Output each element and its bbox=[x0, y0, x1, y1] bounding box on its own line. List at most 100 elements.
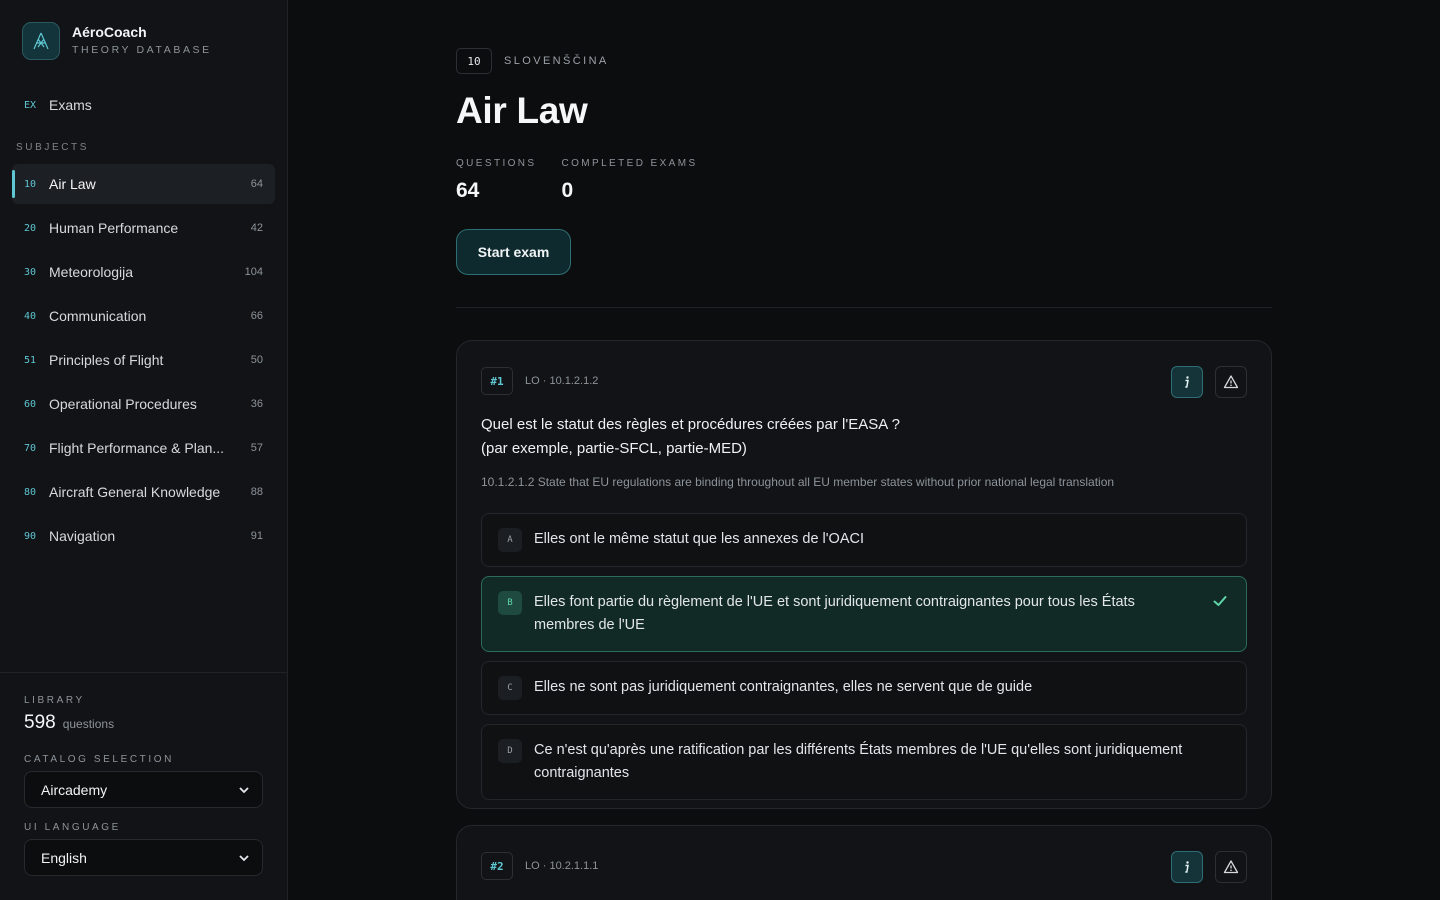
question-text-line: Quel est le statut des règles et procédu… bbox=[481, 416, 900, 433]
subject-list: 10 Air Law 64 20 Human Performance 42 30… bbox=[12, 164, 275, 560]
brand[interactable]: AéroCoach THEORY DATABASE bbox=[22, 22, 212, 60]
answer-letter: A bbox=[498, 528, 522, 552]
subject-label: Aircraft General Knowledge bbox=[49, 484, 221, 500]
subject-label: Communication bbox=[49, 308, 147, 324]
subject-code: 80 bbox=[24, 486, 37, 498]
subject-label: Flight Performance & Plan... bbox=[49, 440, 225, 456]
nav-exams-label: Exams bbox=[49, 97, 92, 113]
catalog-select[interactable]: Aircademy bbox=[24, 771, 263, 808]
subject-code: 51 bbox=[24, 354, 37, 366]
check-icon bbox=[1213, 596, 1227, 606]
question-card: #2 LO · 10.2.1.1.1 bbox=[456, 825, 1272, 900]
answer-text: Elles ne sont pas juridiquement contraig… bbox=[534, 679, 1033, 695]
info-button[interactable] bbox=[1171, 851, 1203, 883]
subject-label: Navigation bbox=[49, 528, 116, 544]
subject-count: 91 bbox=[250, 530, 263, 542]
answer-letter: B bbox=[498, 591, 522, 615]
chevron-down-icon bbox=[239, 786, 249, 793]
subject-item-aircraft-general-knowledge[interactable]: 80 Aircraft General Knowledge 88 bbox=[12, 472, 275, 512]
lo-description: 10.1.2.1.2 State that EU regulations are… bbox=[481, 475, 1115, 489]
subject-label: Air Law bbox=[49, 176, 96, 192]
answer-option-b[interactable]: B Elles font partie du règlement de l'UE… bbox=[481, 576, 1247, 652]
subjects-heading: SUBJECTS bbox=[16, 142, 90, 153]
library-label: LIBRARY bbox=[24, 695, 85, 706]
answer-text: Elles font partie du règlement de l'UE e… bbox=[534, 594, 1135, 633]
question-card: #1 LO · 10.1.2.1.2 Quel est le statut de… bbox=[456, 340, 1272, 809]
subject-label: Operational Procedures bbox=[49, 396, 197, 412]
question-number: #1 bbox=[481, 367, 513, 395]
subject-stats: QUESTIONS 64 COMPLETED EXAMS 0 bbox=[456, 158, 698, 203]
report-button[interactable] bbox=[1215, 366, 1247, 398]
library-count: 598 bbox=[24, 712, 56, 733]
subject-count: 88 bbox=[250, 486, 263, 498]
page-title: Air Law bbox=[456, 90, 588, 131]
subject-code: 90 bbox=[24, 530, 37, 542]
chevron-down-icon bbox=[239, 854, 249, 861]
library-panel: LIBRARY 598 questions CATALOG SELECTION … bbox=[0, 672, 288, 876]
warning-triangle-icon bbox=[1223, 860, 1239, 874]
subject-item-flight-performance[interactable]: 70 Flight Performance & Plan... 57 bbox=[12, 428, 275, 468]
questions-stat-label: QUESTIONS bbox=[456, 158, 537, 169]
warning-triangle-icon bbox=[1223, 375, 1239, 389]
ui-language-label: UI LANGUAGE bbox=[24, 822, 121, 833]
question-number: #2 bbox=[481, 852, 513, 880]
app-name: AéroCoach bbox=[72, 24, 147, 40]
info-icon bbox=[1185, 376, 1189, 388]
nav-exams[interactable]: EX Exams bbox=[12, 90, 275, 120]
question-lo: LO · 10.1.2.1.2 bbox=[525, 375, 599, 387]
report-button[interactable] bbox=[1215, 851, 1247, 883]
answer-letter: C bbox=[498, 676, 522, 700]
answer-text: Elles ont le même statut que les annexes… bbox=[534, 531, 864, 547]
ui-language-select[interactable]: English bbox=[24, 839, 263, 876]
subject-item-navigation[interactable]: 90 Navigation 91 bbox=[12, 516, 275, 556]
subject-label: Human Performance bbox=[49, 220, 179, 236]
subject-count: 64 bbox=[250, 178, 263, 190]
subject-code: 10 bbox=[24, 178, 37, 190]
subject-code: 70 bbox=[24, 442, 37, 454]
subject-label: Principles of Flight bbox=[49, 352, 164, 368]
subject-item-human-performance[interactable]: 20 Human Performance 42 bbox=[12, 208, 275, 248]
subject-code: 30 bbox=[24, 266, 37, 278]
aircraft-logo-icon bbox=[22, 22, 60, 60]
answer-letter: D bbox=[498, 739, 522, 763]
ui-language-select-value: English bbox=[41, 849, 87, 866]
nav-exams-code: EX bbox=[24, 99, 37, 111]
info-button[interactable] bbox=[1171, 366, 1203, 398]
answer-option-d[interactable]: D Ce n'est qu'après une ratification par… bbox=[481, 724, 1247, 800]
subject-count: 66 bbox=[250, 310, 263, 322]
subject-count: 36 bbox=[250, 398, 263, 410]
answer-option-a[interactable]: A Elles ont le même statut que les annex… bbox=[481, 513, 1247, 567]
subject-language: SLOVENŠČINA bbox=[504, 55, 609, 67]
catalog-select-value: Aircademy bbox=[41, 781, 108, 798]
subject-count: 42 bbox=[250, 222, 263, 234]
subject-count: 104 bbox=[244, 266, 263, 278]
question-lo: LO · 10.2.1.1.1 bbox=[525, 860, 599, 872]
subject-item-meteorologija[interactable]: 30 Meteorologija 104 bbox=[12, 252, 275, 292]
question-text: Quel est le statut des règles et procédu… bbox=[481, 413, 1241, 461]
app-subtitle: THEORY DATABASE bbox=[72, 44, 212, 56]
start-exam-button[interactable]: Start exam bbox=[456, 229, 571, 275]
subject-item-operational-procedures[interactable]: 60 Operational Procedures 36 bbox=[12, 384, 275, 424]
subject-code-badge: 10 bbox=[456, 48, 492, 74]
subject-code: 20 bbox=[24, 222, 37, 234]
divider bbox=[456, 307, 1272, 308]
sidebar: AéroCoach THEORY DATABASE EX Exams SUBJE… bbox=[0, 0, 288, 900]
answer-list: A Elles ont le même statut que les annex… bbox=[481, 513, 1247, 809]
subject-label: Meteorologija bbox=[49, 264, 134, 280]
subject-count: 57 bbox=[250, 442, 263, 454]
subject-code: 40 bbox=[24, 310, 37, 322]
subject-count: 50 bbox=[250, 354, 263, 366]
subject-code: 60 bbox=[24, 398, 37, 410]
library-unit: questions bbox=[62, 717, 115, 731]
answer-text: Ce n'est qu'après une ratification par l… bbox=[534, 742, 1183, 781]
questions-stat-value: 64 bbox=[456, 179, 480, 202]
completed-exams-stat-label: COMPLETED EXAMS bbox=[561, 158, 698, 169]
subject-item-air-law[interactable]: 10 Air Law 64 bbox=[12, 164, 275, 204]
completed-exams-stat-value: 0 bbox=[561, 179, 574, 202]
catalog-selection-label: CATALOG SELECTION bbox=[24, 754, 174, 765]
subject-item-communication[interactable]: 40 Communication 66 bbox=[12, 296, 275, 336]
info-icon bbox=[1185, 861, 1189, 873]
answer-option-c[interactable]: C Elles ne sont pas juridiquement contra… bbox=[481, 661, 1247, 715]
subject-item-principles-of-flight[interactable]: 51 Principles of Flight 50 bbox=[12, 340, 275, 380]
question-text-line: (par exemple, partie-SFCL, partie-MED) bbox=[481, 440, 747, 457]
